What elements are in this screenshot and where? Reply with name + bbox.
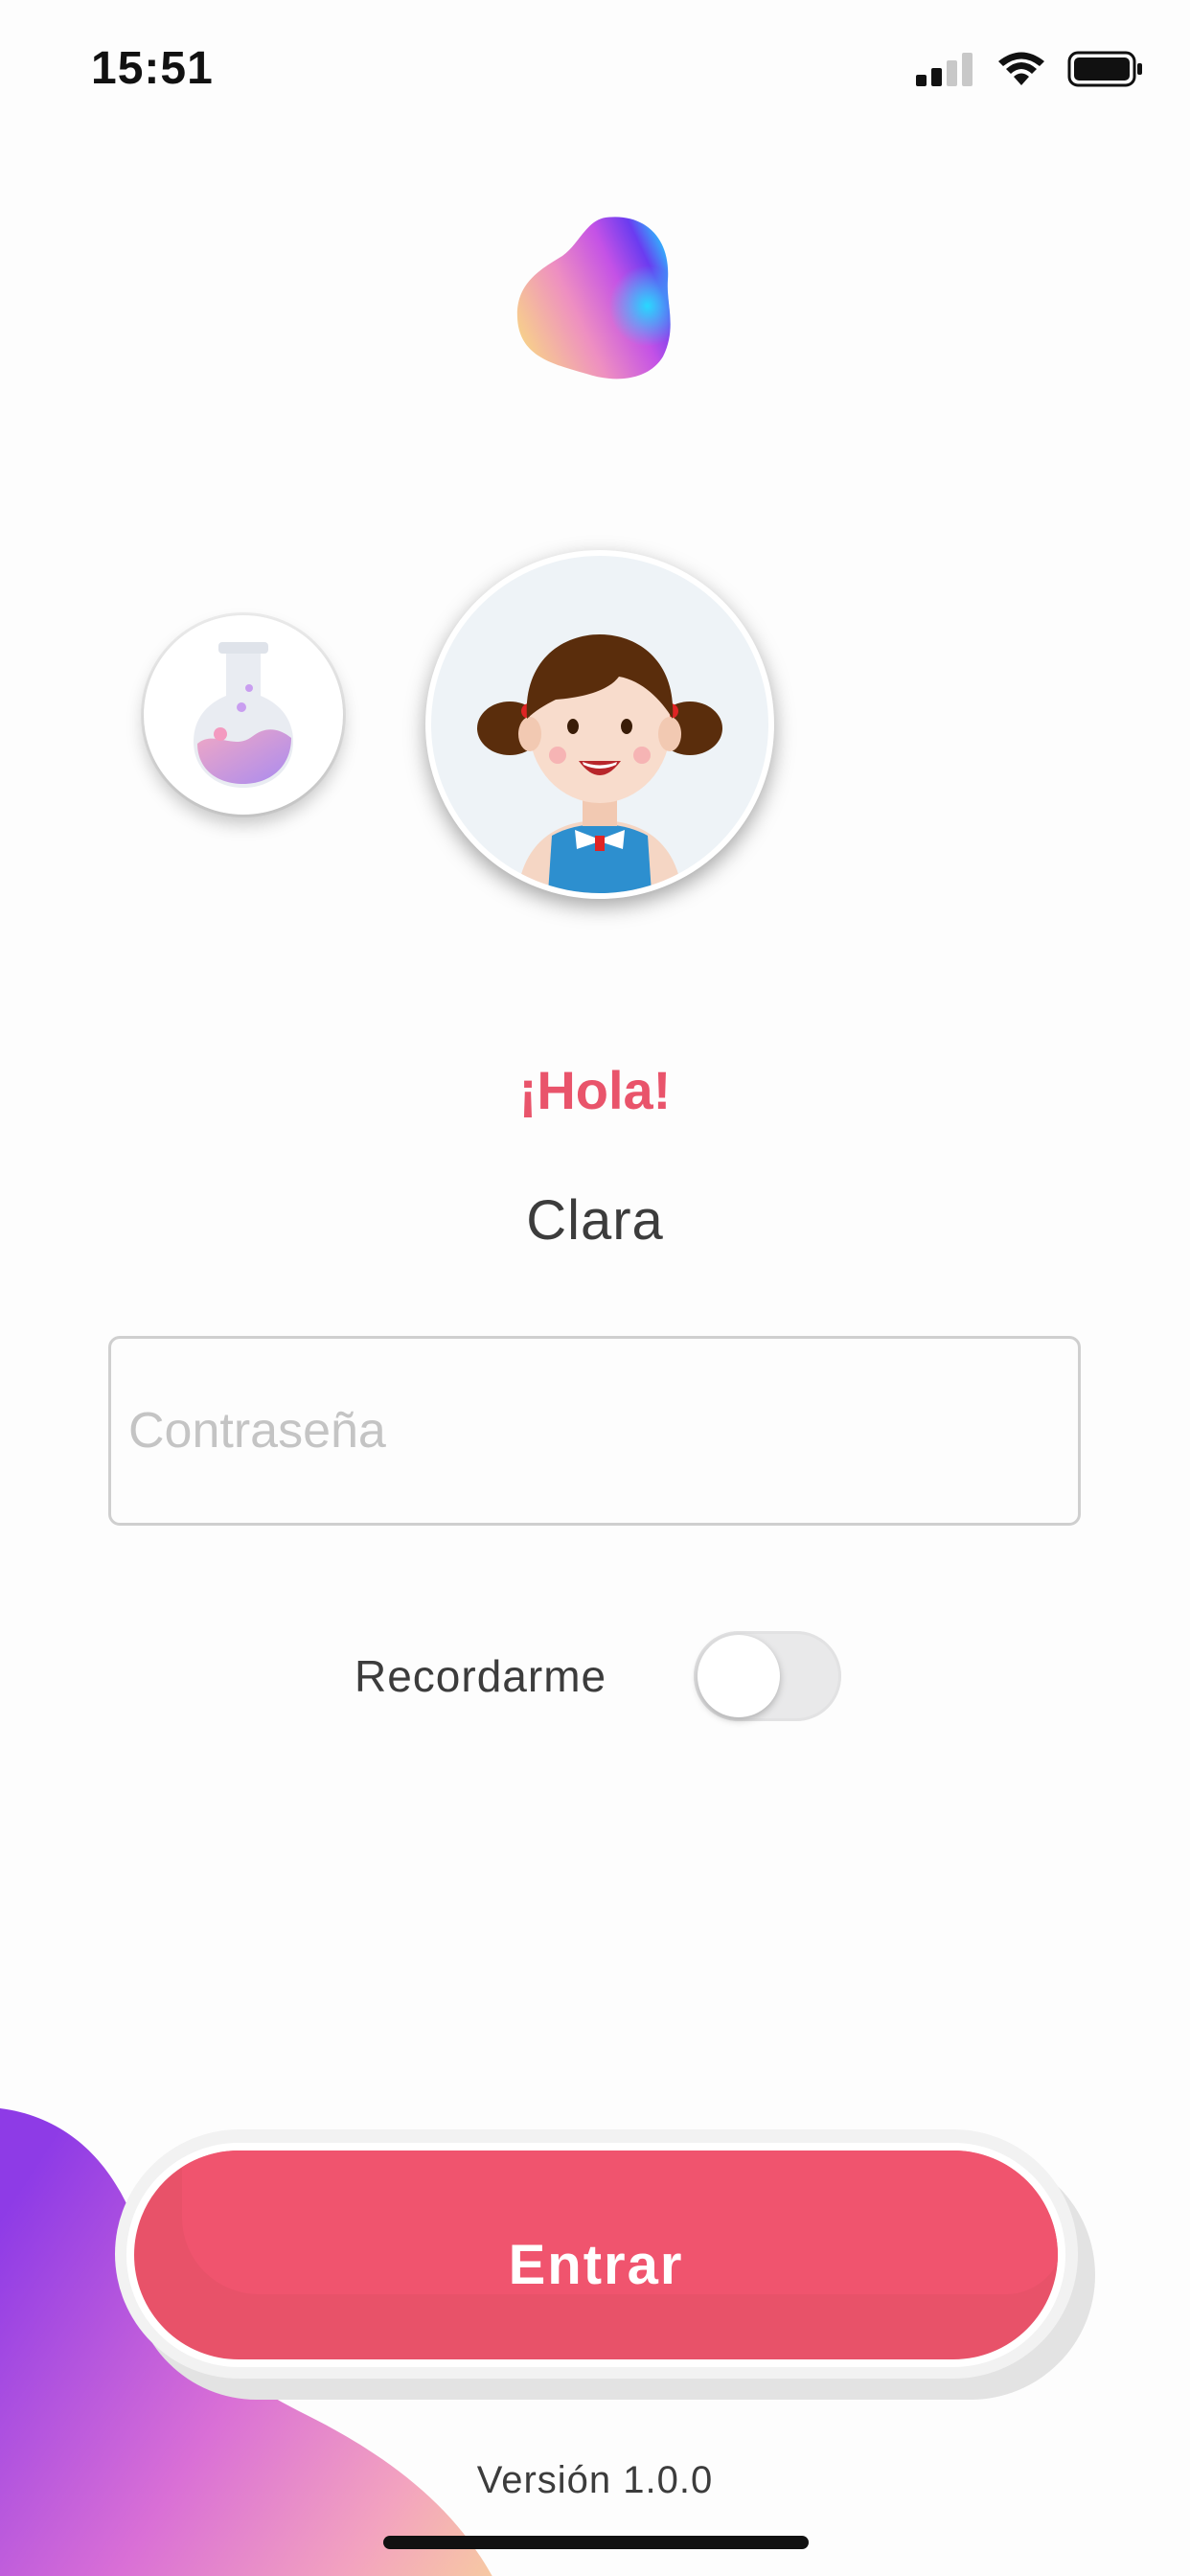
greeting-text: ¡Hola! — [518, 1060, 672, 1120]
battery-icon — [1067, 51, 1142, 87]
cellular-signal-icon — [916, 53, 973, 86]
login-screen: 15:51 ¡Hola! Clara Recordarme Entrar Ver… — [0, 0, 1190, 2576]
remember-me-label: Recordarme — [355, 1651, 607, 1701]
home-indicator[interactable] — [383, 2536, 809, 2549]
version-text: Versión 1.0.0 — [476, 2459, 714, 2501]
blob-logo-icon — [516, 217, 671, 380]
status-icons — [916, 50, 1144, 88]
status-bar: 15:51 — [0, 0, 1190, 134]
enter-button[interactable]: Entrar — [126, 2143, 1065, 2367]
password-field — [108, 1336, 1081, 1526]
remember-me-toggle[interactable] — [694, 1631, 841, 1721]
wifi-icon — [998, 52, 1044, 85]
girl-avatar-icon — [477, 634, 722, 893]
toggle-knob — [698, 1635, 780, 1717]
avatar-option-flask[interactable] — [144, 615, 343, 815]
status-time: 15:51 — [91, 43, 214, 94]
flask-icon — [194, 642, 293, 788]
enter-button-label: Entrar — [508, 2233, 684, 2296]
password-input[interactable] — [128, 1339, 1058, 1523]
avatar-selected-girl[interactable] — [425, 550, 774, 899]
username-text: Clara — [526, 1189, 664, 1252]
